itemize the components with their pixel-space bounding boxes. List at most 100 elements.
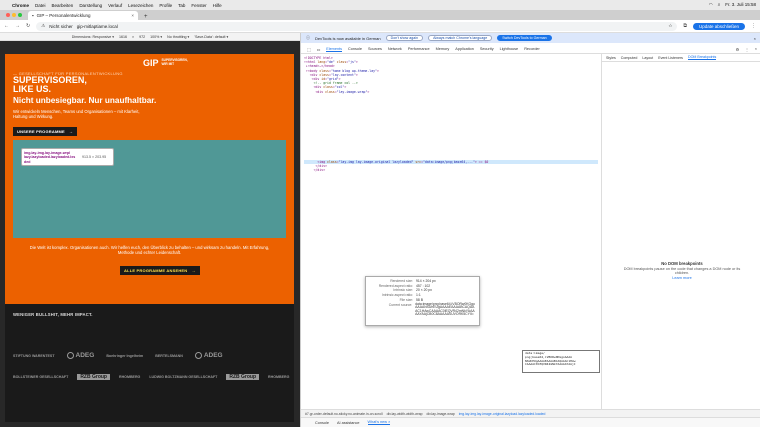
menu-item-chrome[interactable]: Chrome xyxy=(12,3,29,8)
window-close-icon[interactable] xyxy=(6,13,10,17)
client-logo: RHOMBERG xyxy=(118,375,141,379)
url-text: gip-mitlaptiame.local xyxy=(76,23,118,29)
inspect-element-icon[interactable]: ⬚ xyxy=(307,47,311,52)
tab-event-listeners[interactable]: Event Listeners xyxy=(658,56,683,60)
sidebar-pane: Styles Computed Layout Event Listeners D… xyxy=(601,54,760,409)
breadcrumb-item[interactable]: img.lay-img.lay-image-original.lazyload.… xyxy=(459,412,546,416)
all-programs-button-label: ALLE PROGRAMME ANSEHEN xyxy=(124,268,188,273)
client-logos-row-1: STIFTUNG WARENTEST ADEG Boehringer Ingel… xyxy=(13,352,223,359)
bookmark-star-icon[interactable]: ☆ xyxy=(668,23,672,29)
site-logo[interactable]: GIP SUPERVISOREN, WIR MIT xyxy=(143,58,203,68)
tip-key: Current source: xyxy=(388,302,413,307)
image-preview-tooltip: Rendered size: 914 × 204 px Rendered aspe… xyxy=(365,276,480,326)
window-minimize-icon[interactable] xyxy=(12,13,16,17)
save-data-select[interactable]: 'Save-Data': default ▾ xyxy=(194,35,228,39)
menu-item-view[interactable]: Darstellung xyxy=(79,3,102,8)
breadcrumb-item[interactable]: div.lay-image-wrap xyxy=(427,412,455,416)
hero-section: GIP SUPERVISOREN, WIR MIT — GESELLSCHAFT… xyxy=(5,54,294,304)
window-zoom-icon[interactable] xyxy=(18,13,22,17)
tab-sources[interactable]: Sources xyxy=(368,47,382,51)
clients-heading: WENIGER BULLSHIT, MEHR IMPACT. xyxy=(13,312,93,317)
client-logo-label: ADEG xyxy=(203,352,223,360)
extensions-icon[interactable]: ⧉ xyxy=(683,23,687,29)
menu-item-history[interactable]: Verlauf xyxy=(108,3,122,8)
hero-headline-line-2: LIKE US. xyxy=(13,84,52,95)
zoom-select[interactable]: 100% ▾ xyxy=(150,35,162,39)
info-icon: ⓘ xyxy=(306,35,310,40)
height-input[interactable]: 972 xyxy=(139,35,145,39)
tab-lighthouse[interactable]: Lighthouse xyxy=(500,47,519,51)
throttle-select[interactable]: No throttling ▾ xyxy=(167,35,189,39)
back-icon[interactable]: ← xyxy=(4,23,9,29)
menu-item-window[interactable]: Fenster xyxy=(191,3,206,8)
switch-german-button[interactable]: Switch DevTools to German xyxy=(497,35,552,41)
wifi-icon[interactable]: ◠ xyxy=(709,2,713,8)
tab-network[interactable]: Network xyxy=(388,47,402,51)
forward-icon[interactable]: → xyxy=(15,23,20,29)
dom-line[interactable]: </div> xyxy=(304,168,598,172)
sidebar-tabs: Styles Computed Layout Event Listeners D… xyxy=(602,54,760,62)
tab-security[interactable]: Security xyxy=(480,47,494,51)
drawer-tab-console[interactable]: Console xyxy=(315,421,329,425)
tab-application[interactable]: Application xyxy=(455,47,474,51)
settings-gear-icon[interactable]: ⚙ xyxy=(736,47,739,52)
tab-recorder[interactable]: Recorder xyxy=(524,47,540,51)
dom-line[interactable]: <div class="lay-image-wrap"> xyxy=(304,90,598,94)
reload-icon[interactable]: ↻ xyxy=(26,23,30,29)
match-language-button[interactable]: Always match Chrome's language xyxy=(428,35,493,41)
insecure-icon[interactable]: ⚠ xyxy=(41,23,45,29)
clock[interactable]: Fr. 3. Juli 15:58 xyxy=(725,2,756,8)
tab-memory[interactable]: Memory xyxy=(436,47,450,51)
browser-tab[interactable]: ▪ GIP – Personalentwicklung × xyxy=(28,11,138,20)
width-input[interactable]: 1616 xyxy=(119,35,127,39)
breadcrumb-item[interactable]: div.lay-width-width-wrap xyxy=(387,412,423,416)
address-bar[interactable]: ⚠ Nicht sicher gip-mitlaptiame.local ☆ xyxy=(36,21,678,31)
browser-toolbar: ← → ↻ ⚠ Nicht sicher gip-mitlaptiame.loc… xyxy=(0,20,760,33)
tab-computed[interactable]: Computed xyxy=(621,56,638,60)
close-devtools-icon[interactable]: × xyxy=(755,47,760,51)
menu-item-bookmarks[interactable]: Lesezeichen xyxy=(128,3,153,8)
hero-subheadline: Nicht unbesiegbar. Nur unaufhaltbar. xyxy=(13,96,157,105)
menu-item-file[interactable]: Datei xyxy=(35,3,46,8)
tab-console[interactable]: Console xyxy=(348,47,362,51)
programs-button[interactable]: UNSERE PROGRAMME → xyxy=(13,127,78,136)
update-button[interactable]: Update abschließen xyxy=(692,22,745,30)
client-logo: ADEG xyxy=(66,352,95,360)
all-programs-button[interactable]: ALLE PROGRAMME ANSEHEN → xyxy=(120,266,200,275)
tab-dom-breakpoints[interactable]: DOM Breakpoints xyxy=(687,55,717,60)
tab-performance[interactable]: Performance xyxy=(408,47,430,51)
inspect-tooltip-tag: img.lay-img.lay-image-wrpl xyxy=(24,151,71,155)
inspect-tooltip-tag-3: ded xyxy=(24,159,31,164)
kebab-menu-icon[interactable]: ⋮ xyxy=(745,47,749,52)
adeg-logo-icon xyxy=(194,352,202,359)
learn-more-link[interactable]: Learn more xyxy=(672,276,691,280)
client-logo-label: ADEG xyxy=(75,352,95,360)
search-icon[interactable]: ⌕ xyxy=(718,2,721,8)
menu-item-profiles[interactable]: Profile xyxy=(159,3,172,8)
dimensions-select[interactable]: Dimensions: Responsive ▾ xyxy=(72,35,114,39)
tab-layout[interactable]: Layout xyxy=(642,56,653,60)
menu-item-edit[interactable]: Bearbeiten xyxy=(52,3,74,8)
arrow-right-icon: → xyxy=(68,129,74,134)
client-logo: ADEG xyxy=(194,352,223,360)
client-logo: BERTELSMANN xyxy=(155,353,183,358)
close-icon[interactable]: × xyxy=(754,36,760,41)
menu-item-tab[interactable]: Tab xyxy=(178,3,185,8)
website-preview: GIP SUPERVISOREN, WIR MIT — GESELLSCHAFT… xyxy=(5,54,294,422)
language-notice-bar: ⓘ DevTools is now available in German Do… xyxy=(301,33,760,43)
tab-styles[interactable]: Styles xyxy=(606,56,616,60)
kebab-menu-icon[interactable]: ⋮ xyxy=(751,23,756,29)
devtools-panel: ⓘ DevTools is now available in German Do… xyxy=(300,33,760,427)
dont-show-again-button[interactable]: Don't show again xyxy=(385,35,424,41)
menu-item-help[interactable]: Hilfe xyxy=(213,3,222,8)
breadcrumb-item[interactable]: #7.gr-order-default.no-sticky.no-animate… xyxy=(305,412,383,416)
no-dom-breakpoints-text: DOM breakpoints pause on the code that c… xyxy=(623,266,741,276)
client-logo: RZB Group xyxy=(77,374,110,380)
tab-elements[interactable]: Elements xyxy=(326,47,343,52)
close-tab-icon[interactable]: × xyxy=(131,13,134,18)
drawer-tab-whats-new[interactable]: What's new × xyxy=(367,420,391,425)
arrow-right-icon: → xyxy=(191,268,196,273)
drawer-tab-ai-assistance[interactable]: AI assistance xyxy=(337,421,360,425)
inspect-tooltip-tag-2: lazy.lazyloaded.lazyloaded.lxs xyxy=(24,155,76,160)
device-toggle-icon[interactable]: ▭ xyxy=(317,47,321,52)
